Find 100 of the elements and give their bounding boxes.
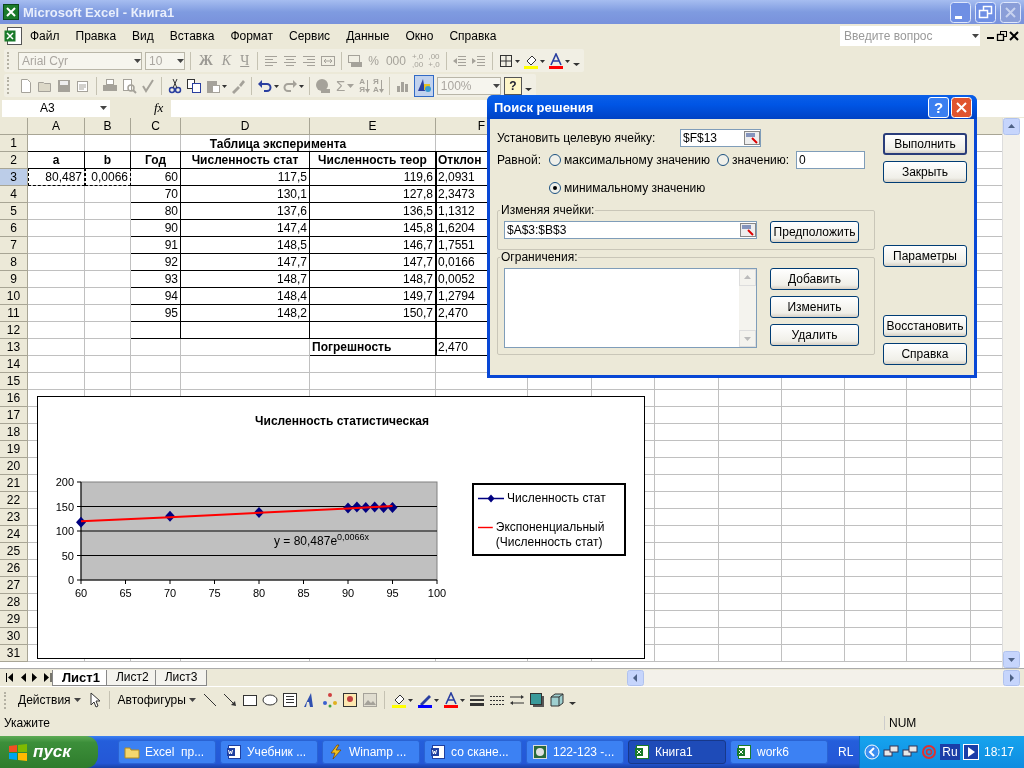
row-header[interactable]: 8 xyxy=(0,254,28,271)
table-cell: Год xyxy=(131,151,181,169)
row-header[interactable]: 30 xyxy=(0,628,28,645)
help-button[interactable]: ? xyxy=(928,96,949,118)
menu-item[interactable]: Формат xyxy=(222,27,282,45)
axis-label: 150 xyxy=(55,500,74,513)
row-header[interactable]: 15 xyxy=(0,373,28,390)
menu-item[interactable]: Сервис xyxy=(281,27,339,45)
start-button[interactable]: пуск xyxy=(0,736,98,768)
keyboard-layout[interactable]: Ru xyxy=(940,744,960,760)
column-header[interactable]: A xyxy=(28,118,85,135)
taskbar-button[interactable]: 122-123 -... xyxy=(526,740,624,764)
trendline-equation: y = 80,487e$^{0,0066x}$ xyxy=(274,532,370,548)
row-header[interactable]: 18 xyxy=(0,424,28,441)
row-header[interactable]: 7 xyxy=(0,237,28,254)
radio-label[interactable]: максимальному значению xyxy=(564,153,710,167)
legend-label: Численность стат xyxy=(507,491,606,506)
change-button[interactable]: Изменить xyxy=(770,296,859,318)
row-header[interactable]: 2 xyxy=(0,152,28,169)
row-header[interactable]: 17 xyxy=(0,407,28,424)
row-header[interactable]: 28 xyxy=(0,594,28,611)
language-indicator[interactable]: RL xyxy=(838,745,854,759)
row-header[interactable]: 19 xyxy=(0,441,28,458)
taskbar-button[interactable]: Excel пр... xyxy=(118,740,216,764)
taskbar-button[interactable]: Книга1 xyxy=(628,740,726,764)
axis-label: 65 xyxy=(119,587,132,599)
guess-button[interactable]: Предположить xyxy=(770,221,859,243)
axis-label: 75 xyxy=(208,587,221,599)
row-header[interactable]: 23 xyxy=(0,509,28,526)
axis-label: 80 xyxy=(252,587,266,599)
axis-label: 200 xyxy=(55,476,74,488)
help-button[interactable]: ? xyxy=(503,76,522,95)
row-header[interactable]: 24 xyxy=(0,526,28,543)
axis-label: 100 xyxy=(427,587,447,599)
row-header[interactable]: 10 xyxy=(0,288,28,305)
radio-label[interactable]: значению: xyxy=(732,153,790,167)
actions-menu[interactable]: Действия xyxy=(16,693,83,707)
dialog-button[interactable]: Закрыть xyxy=(883,161,967,183)
menu-item[interactable]: Справка xyxy=(441,27,505,45)
row-header[interactable]: 29 xyxy=(0,611,28,628)
autoshapes-menu[interactable]: Автофигуры xyxy=(115,693,198,707)
column-header[interactable]: C xyxy=(131,118,181,135)
column-header[interactable]: D xyxy=(181,118,310,135)
add-button[interactable]: Добавить xyxy=(770,268,859,290)
table-cell: Численность теор xyxy=(310,151,436,169)
dialog-button[interactable]: Справка xyxy=(883,343,967,365)
taskbar-button[interactable]: Учебник ... xyxy=(220,740,318,764)
radio-label[interactable]: минимальному значению xyxy=(564,181,706,195)
table-cell: Погрешность xyxy=(310,338,436,356)
row-header[interactable]: 14 xyxy=(0,356,28,373)
row-header[interactable]: 6 xyxy=(0,220,28,237)
row-header[interactable]: 5 xyxy=(0,203,28,220)
axis-label: 95 xyxy=(386,587,399,599)
row-header[interactable]: 16 xyxy=(0,390,28,407)
table-cell: a xyxy=(28,151,85,169)
changing-cells-field[interactable]: $A$3:$B$3 xyxy=(504,221,757,239)
function-label[interactable]: fx xyxy=(154,100,164,116)
dialog-button[interactable]: Восстановить xyxy=(883,315,967,337)
taskbar-button[interactable]: Winamp ... xyxy=(322,740,420,764)
target-cell-field[interactable]: $F$13 xyxy=(680,129,761,147)
dialog-button[interactable]: Выполнить xyxy=(883,133,967,155)
axis-label: 85 xyxy=(297,587,310,599)
axis-label: 50 xyxy=(61,549,74,562)
row-header[interactable]: 12 xyxy=(0,322,28,339)
sort-letters: А Я xyxy=(359,77,366,94)
row-header[interactable]: 1 xyxy=(0,135,28,152)
menu-item[interactable]: Данные xyxy=(338,27,398,45)
row-header[interactable]: 21 xyxy=(0,475,28,492)
status-indicator: NUM xyxy=(884,716,1002,730)
row-header[interactable]: 25 xyxy=(0,543,28,560)
column-header[interactable]: E xyxy=(310,118,436,135)
row-header[interactable]: 3 xyxy=(0,169,28,186)
value-field[interactable]: 0 xyxy=(796,151,865,169)
dialog-title: Поиск решения xyxy=(494,99,595,115)
delete-button[interactable]: Удалить xyxy=(770,324,859,346)
column-header[interactable]: B xyxy=(85,118,131,135)
row-header[interactable]: 27 xyxy=(0,577,28,594)
menu-item[interactable]: Правка xyxy=(67,27,125,45)
menu-item[interactable]: Вид xyxy=(124,27,162,45)
row-header[interactable]: 4 xyxy=(0,186,28,203)
dialog-button[interactable]: Параметры xyxy=(883,245,967,267)
sort-letters: Я А xyxy=(373,77,379,94)
menu-item[interactable]: Файл xyxy=(22,27,68,45)
menu-item[interactable]: Окно xyxy=(397,27,442,45)
question-field[interactable]: Введите вопрос xyxy=(840,26,980,46)
name-box[interactable]: A3 xyxy=(2,99,110,117)
taskbar-button[interactable]: work6 xyxy=(730,740,828,764)
chart-title: Численность статистическая xyxy=(255,414,429,428)
row-header[interactable]: 20 xyxy=(0,458,28,475)
row-header[interactable]: 11 xyxy=(0,305,28,322)
row-header[interactable]: 9 xyxy=(0,271,28,288)
window-title: Microsoft Excel - Книга1 xyxy=(23,4,176,20)
taskbar-button[interactable]: со скане... xyxy=(424,740,522,764)
row-header[interactable]: 13 xyxy=(0,339,28,356)
menu-item[interactable]: Вставка xyxy=(161,27,223,45)
status-text: Укажите xyxy=(4,716,51,730)
row-header[interactable]: 31 xyxy=(0,645,28,662)
row-header[interactable]: 22 xyxy=(0,492,28,509)
sheet-tab[interactable]: Лист3 xyxy=(154,669,208,686)
row-header[interactable]: 26 xyxy=(0,560,28,577)
